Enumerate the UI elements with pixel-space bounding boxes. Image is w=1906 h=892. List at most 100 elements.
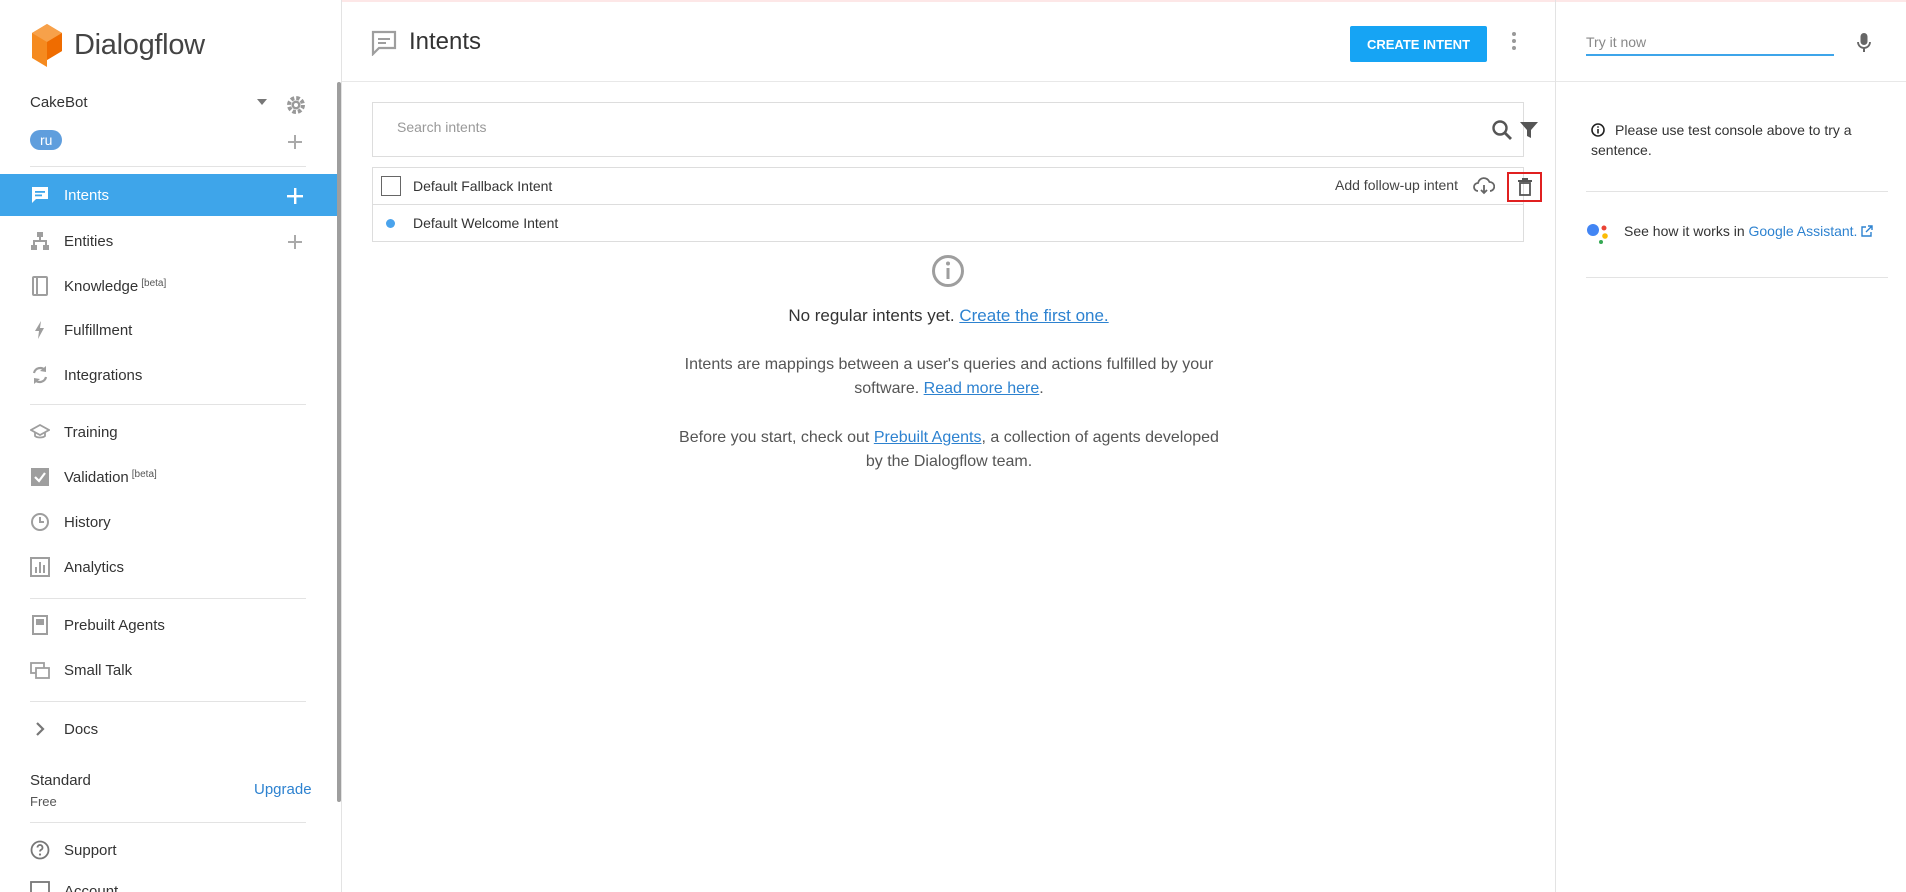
test-console-panel: Please use test console above to try a s…: [1555, 0, 1906, 892]
add-intent-plus-icon[interactable]: [287, 188, 303, 204]
add-follow-up-intent-link[interactable]: Add follow-up intent: [1335, 177, 1458, 193]
read-more-link[interactable]: Read more here: [924, 380, 1040, 397]
list-item[interactable]: Default Welcome Intent: [373, 205, 1523, 242]
create-first-intent-link[interactable]: Create the first one.: [959, 306, 1108, 325]
sidebar-item-label: Analytics: [64, 558, 125, 576]
main-header: Intents CREATE INTENT: [342, 0, 1555, 82]
app-logo[interactable]: Dialogflow: [30, 22, 205, 68]
create-intent-button[interactable]: CREATE INTENT: [1350, 26, 1487, 62]
sidebar-item-entities[interactable]: Entities: [0, 220, 337, 262]
sidebar-item-label: History: [64, 513, 111, 531]
sync-icon: [32, 366, 48, 384]
chevron-right-icon: [36, 722, 45, 736]
sidebar-item-small-talk[interactable]: Small Talk: [0, 649, 337, 691]
search-input[interactable]: [397, 119, 1397, 135]
account-icon: [30, 881, 50, 892]
intent-name[interactable]: Default Welcome Intent: [413, 215, 558, 231]
divider: [30, 822, 306, 823]
list-item[interactable]: Default Fallback Intent Add follow-up in…: [373, 168, 1542, 205]
select-checkbox[interactable]: [381, 176, 401, 196]
chevron-down-icon[interactable]: [256, 98, 268, 106]
add-language-plus-icon[interactable]: [287, 134, 303, 150]
try-it-now-input[interactable]: [1586, 30, 1834, 56]
sidebar: Dialogflow CakeBot ru Intents Entities K…: [0, 0, 342, 892]
bookmark-book-icon: [32, 615, 48, 635]
filter-icon[interactable]: [1519, 120, 1539, 140]
sidebar-item-label: Fulfillment: [64, 321, 133, 339]
sidebar-item-docs[interactable]: Docs: [0, 708, 337, 750]
upgrade-link[interactable]: Upgrade: [254, 781, 312, 798]
search-icon[interactable]: [1491, 119, 1513, 141]
sidebar-item-validation[interactable]: Validation [beta]: [0, 456, 337, 498]
chat-windows-icon: [30, 662, 50, 679]
help-circle-icon: [30, 840, 50, 860]
sidebar-item-label: Small Talk: [64, 661, 133, 679]
divider: [1586, 277, 1888, 278]
google-assistant-hint: See how it works in Google Assistant.: [1624, 223, 1874, 239]
sidebar-item-support[interactable]: Support: [0, 829, 337, 871]
sidebar-item-label: Integrations: [64, 366, 143, 384]
beta-badge: [beta]: [141, 277, 167, 289]
sidebar-item-label: Docs: [64, 720, 99, 738]
empty-state-prebuilt-hint: Before you start, check out Prebuilt Age…: [679, 429, 1219, 470]
sidebar-scrollbar[interactable]: [337, 82, 341, 802]
sidebar-item-account[interactable]: Account: [0, 870, 337, 892]
more-vertical-icon[interactable]: [1510, 30, 1518, 52]
test-console-header: [1556, 0, 1906, 82]
checkbox-checked-icon: [31, 468, 49, 486]
console-info-text: Please use test console above to try a s…: [1591, 122, 1852, 158]
microphone-icon[interactable]: [1856, 32, 1872, 54]
sidebar-item-training[interactable]: Training: [0, 411, 337, 453]
sidebar-item-label: Intents: [64, 186, 110, 204]
sidebar-item-analytics[interactable]: Analytics: [0, 546, 337, 588]
main-content: Intents CREATE INTENT Default Fallback I…: [342, 0, 1555, 892]
sidebar-item-history[interactable]: History: [0, 501, 337, 543]
bar-chart-icon: [30, 557, 50, 577]
language-badge[interactable]: ru: [30, 130, 63, 150]
sidebar-item-fulfillment[interactable]: Fulfillment: [0, 309, 337, 351]
agent-name[interactable]: CakeBot: [30, 94, 88, 111]
page-title: Intents: [409, 28, 482, 55]
sidebar-item-label: Prebuilt Agents: [64, 616, 165, 634]
chat-bubble-icon: [371, 30, 397, 56]
divider: [30, 404, 306, 405]
plan-tier: Free: [30, 794, 57, 809]
divider: [30, 166, 306, 167]
prebuilt-agents-link[interactable]: Prebuilt Agents: [874, 429, 982, 446]
google-assistant-link[interactable]: Google Assistant.: [1749, 223, 1858, 239]
sitemap-icon: [31, 232, 49, 250]
divider: [1586, 191, 1888, 192]
sidebar-item-prebuilt-agents[interactable]: Prebuilt Agents: [0, 604, 337, 646]
book-icon: [32, 276, 48, 296]
graduation-cap-icon: [30, 423, 50, 439]
info-circle-icon: [932, 255, 964, 287]
sidebar-item-label: Validation: [64, 468, 129, 486]
sidebar-item-intents[interactable]: Intents: [0, 174, 337, 216]
sidebar-item-knowledge[interactable]: Knowledge [beta]: [0, 265, 337, 307]
clock-icon: [31, 513, 49, 531]
trash-icon: [1517, 178, 1532, 196]
divider: [30, 598, 306, 599]
delete-button[interactable]: [1507, 172, 1542, 202]
add-entity-plus-icon[interactable]: [287, 234, 303, 250]
sidebar-item-label: Account: [64, 882, 119, 892]
sidebar-item-label: Support: [64, 841, 117, 859]
beta-badge: [beta]: [131, 468, 157, 480]
google-assistant-icon: [1587, 224, 1608, 244]
dialogflow-logo-icon: [32, 24, 62, 67]
sidebar-item-label: Training: [64, 423, 118, 441]
intent-name[interactable]: Default Fallback Intent: [413, 178, 552, 194]
plan-name: Standard: [30, 772, 91, 789]
external-link-icon[interactable]: [1861, 225, 1874, 237]
search-bar: [372, 102, 1538, 157]
cloud-download-icon[interactable]: [1473, 177, 1495, 195]
divider: [30, 701, 306, 702]
sidebar-item-label: Entities: [64, 232, 114, 250]
empty-state-description: Intents are mappings between a user's qu…: [684, 356, 1214, 397]
status-dot: [386, 219, 395, 228]
intents-list: Default Fallback Intent Add follow-up in…: [372, 167, 1542, 242]
lightning-bolt-icon: [35, 321, 44, 339]
sidebar-item-integrations[interactable]: Integrations: [0, 354, 337, 396]
gear-icon[interactable]: [284, 93, 308, 117]
app-name: Dialogflow: [74, 28, 205, 61]
